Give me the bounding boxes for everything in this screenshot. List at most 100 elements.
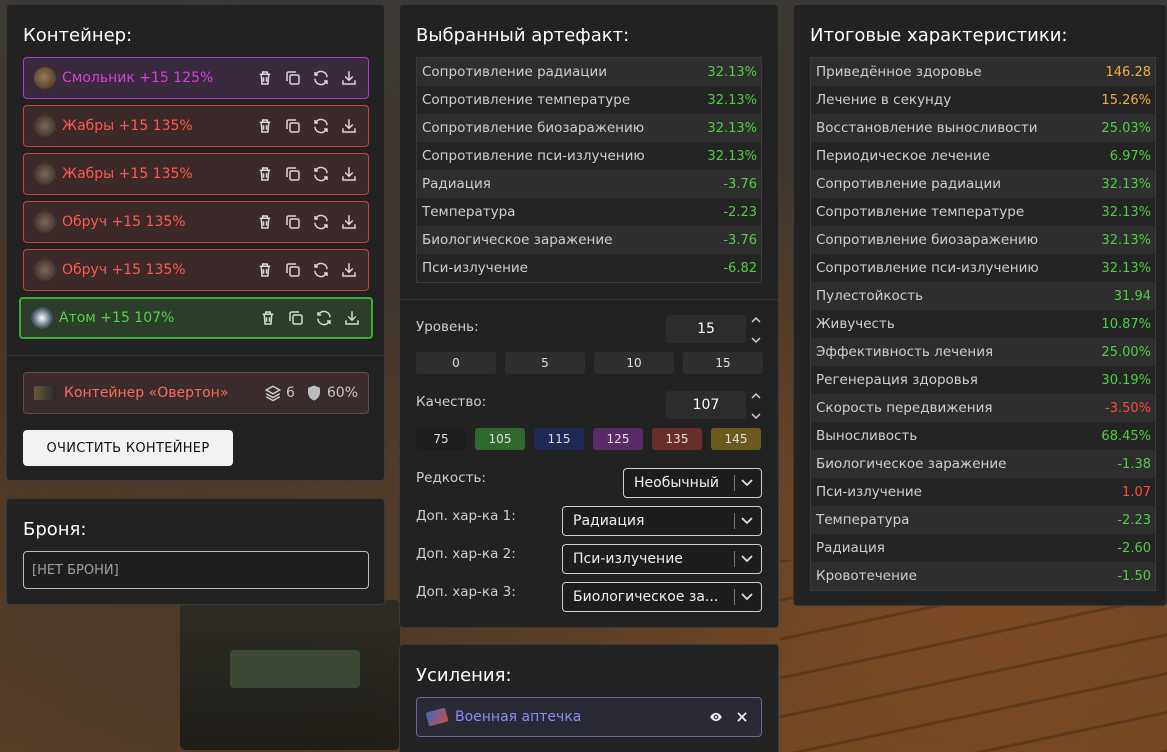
stat-name: Пулестойкость — [816, 288, 924, 304]
stat-row: Сопротивление радиации 32.13% — [811, 170, 1155, 198]
stat-name: Приведённое здоровье — [816, 64, 982, 80]
stat-row: Периодическое лечение 6.97% — [811, 142, 1155, 170]
download-icon[interactable] — [340, 165, 358, 183]
container-item[interactable]: Жабры +15 135% — [23, 105, 369, 147]
chevron-up-icon — [751, 392, 761, 399]
swap-icon[interactable] — [312, 69, 330, 87]
trash-icon[interactable] — [256, 213, 274, 231]
extra-stat-1-select[interactable]: Радиация — [562, 506, 762, 536]
trash-icon[interactable] — [256, 117, 274, 135]
quality-preset-button[interactable]: 145 — [711, 428, 761, 450]
download-icon[interactable] — [340, 69, 358, 87]
eye-icon[interactable] — [709, 710, 723, 724]
quality-preset-button[interactable]: 105 — [475, 428, 525, 450]
container-item[interactable]: Смольник +15 125% — [23, 57, 369, 99]
container-item[interactable]: Обруч +15 135% — [23, 249, 369, 291]
container-protection-value: 60% — [326, 385, 358, 401]
quality-preset-button[interactable]: 135 — [652, 428, 702, 450]
swap-icon[interactable] — [312, 165, 330, 183]
container-item[interactable]: Атом +15 107% — [19, 297, 373, 339]
quality-preset-button[interactable]: 75 — [416, 428, 466, 450]
armor-title: Броня: — [23, 519, 87, 540]
container-item-label: Обруч +15 135% — [62, 262, 186, 278]
stat-row: Кровотечение -1.50 — [811, 562, 1155, 590]
trash-icon[interactable] — [259, 309, 277, 327]
copy-icon[interactable] — [287, 309, 305, 327]
stat-value: 32.13% — [1101, 232, 1151, 248]
rarity-select[interactable]: Необычный — [623, 468, 762, 498]
level-spinner[interactable] — [749, 316, 763, 344]
stat-value: -2.23 — [1117, 512, 1151, 528]
stat-row: Температура -2.23 — [417, 198, 761, 226]
stat-row: Сопротивление температуре 32.13% — [811, 198, 1155, 226]
boost-item-military-medkit[interactable]: Военная аптечка — [416, 697, 762, 737]
download-icon[interactable] — [343, 309, 361, 327]
extra-stat-2-select[interactable]: Пси-излучение — [562, 544, 762, 574]
stat-name: Живучесть — [816, 316, 895, 332]
level-preset-button[interactable]: 0 — [416, 352, 496, 374]
container-item-label: Смольник +15 125% — [62, 70, 214, 86]
quality-preset-button[interactable]: 115 — [534, 428, 584, 450]
container-overton-icon — [34, 386, 56, 400]
chevron-up-icon — [751, 316, 761, 323]
boost-item-label: Военная аптечка — [455, 709, 582, 725]
trash-icon[interactable] — [256, 165, 274, 183]
stat-row: Восстановление выносливости 25.03% — [811, 114, 1155, 142]
quality-spinner[interactable] — [749, 392, 763, 420]
copy-icon[interactable] — [284, 213, 302, 231]
swap-icon[interactable] — [312, 261, 330, 279]
extra-stat-3-select[interactable]: Биологическое за... — [562, 582, 762, 612]
stat-name: Сопротивление биозаражению — [816, 232, 1039, 248]
stat-value: 32.13% — [707, 120, 757, 136]
container-protection: 60% — [305, 384, 358, 402]
stat-name: Восстановление выносливости — [816, 120, 1038, 136]
download-icon[interactable] — [340, 117, 358, 135]
atom-artifact-icon — [31, 307, 53, 329]
stat-name: Радиация — [816, 540, 885, 556]
stat-row: Скорость передвижения -3.50% — [811, 394, 1155, 422]
smolnik-artifact-icon — [34, 67, 56, 89]
stat-value: 1.07 — [1122, 484, 1151, 500]
stat-row: Живучесть 10.87% — [811, 310, 1155, 338]
quality-preset-button[interactable]: 125 — [593, 428, 643, 450]
extra-stat-1-label: Доп. хар-ка 1: — [416, 508, 516, 524]
extra-stat-3-label: Доп. хар-ка 3: — [416, 584, 516, 600]
copy-icon[interactable] — [284, 69, 302, 87]
level-preset-button[interactable]: 15 — [683, 352, 763, 374]
quality-label: Качество: — [416, 394, 487, 410]
swap-icon[interactable] — [315, 309, 333, 327]
swap-icon[interactable] — [312, 117, 330, 135]
clear-container-button[interactable]: ОЧИСТИТЬ КОНТЕЙНЕР — [23, 430, 233, 466]
container-item[interactable]: Жабры +15 135% — [23, 153, 369, 195]
stat-value: 25.03% — [1101, 120, 1151, 136]
stat-value: -1.50 — [1117, 568, 1151, 584]
hoop-artifact-icon — [34, 211, 56, 233]
level-input[interactable]: 15 — [666, 315, 746, 343]
swap-icon[interactable] — [312, 213, 330, 231]
stat-name: Эффективность лечения — [816, 344, 994, 360]
chevron-down-icon — [741, 555, 755, 563]
container-item[interactable]: Обруч +15 135% — [23, 201, 369, 243]
trash-icon[interactable] — [256, 261, 274, 279]
copy-icon[interactable] — [284, 117, 302, 135]
trash-icon[interactable] — [256, 69, 274, 87]
level-preset-button[interactable]: 10 — [594, 352, 674, 374]
close-icon[interactable] — [735, 710, 749, 724]
container-type-overton[interactable]: Контейнер «Овертон» 6 60% — [23, 372, 369, 414]
stat-value: 146.28 — [1105, 64, 1152, 80]
level-preset-button[interactable]: 5 — [505, 352, 585, 374]
stat-name: Сопротивление температуре — [816, 204, 1025, 220]
stat-value: -2.60 — [1117, 540, 1151, 556]
stat-name: Скорость передвижения — [816, 400, 993, 416]
stat-value: 25.00% — [1101, 344, 1151, 360]
download-icon[interactable] — [340, 213, 358, 231]
stat-value: 68.45% — [1101, 428, 1151, 444]
copy-icon[interactable] — [284, 165, 302, 183]
quality-input[interactable]: 107 — [666, 391, 746, 419]
armor-field[interactable]: [НЕТ БРОНИ] — [23, 551, 369, 589]
copy-icon[interactable] — [284, 261, 302, 279]
selected-artifact-title: Выбранный артефакт: — [416, 25, 630, 46]
download-icon[interactable] — [340, 261, 358, 279]
stat-row: Выносливость 68.45% — [811, 422, 1155, 450]
hoop-artifact-icon — [34, 259, 56, 281]
